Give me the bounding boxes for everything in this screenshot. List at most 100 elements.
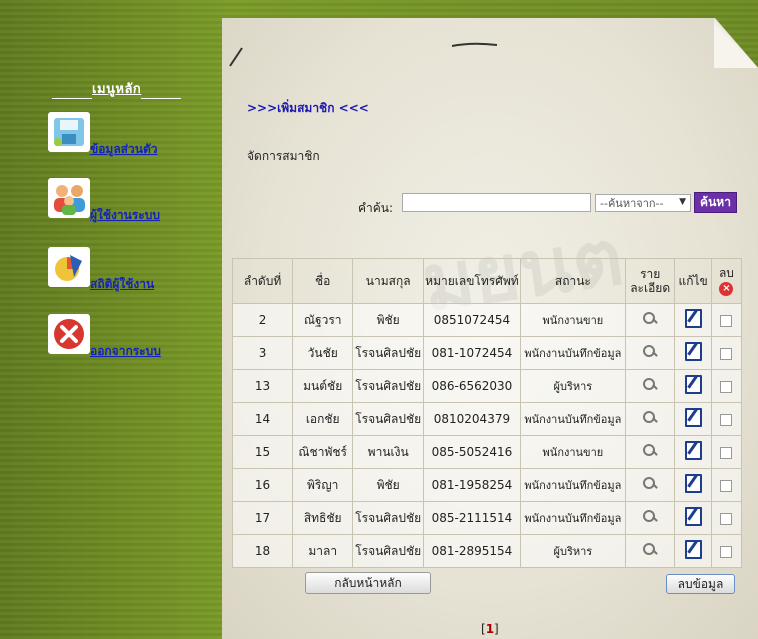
pagination: [1]	[481, 622, 499, 636]
cell-delete	[710, 303, 743, 337]
cell-edit	[674, 369, 712, 403]
cell-no: 2	[231, 303, 294, 337]
magnifier-icon[interactable]	[642, 377, 658, 393]
magnifier-icon[interactable]	[642, 509, 658, 525]
menu-title: เมนูหลัก	[52, 78, 182, 99]
cell-surname: พานเงิน	[352, 435, 425, 469]
delete-checkbox[interactable]	[720, 314, 733, 327]
sidebar-item-statistics[interactable]: สถิติผู้ใช้งาน	[48, 247, 154, 291]
cell-name: วันชัย	[292, 336, 354, 370]
edit-icon[interactable]	[684, 540, 702, 559]
cell-surname: พิชัย	[352, 303, 425, 337]
search-label: คำค้น:	[358, 201, 394, 215]
delete-button[interactable]: ลบข้อมูล	[666, 574, 735, 594]
search-input[interactable]	[402, 193, 591, 212]
cell-delete	[710, 402, 743, 436]
cell-delete	[710, 468, 743, 502]
cell-edit	[674, 303, 712, 337]
cell-status: ผู้บริหาร	[519, 369, 626, 403]
cell-delete	[710, 336, 743, 370]
edit-icon[interactable]	[684, 342, 702, 361]
magnifier-icon[interactable]	[642, 410, 658, 426]
edit-icon[interactable]	[684, 507, 702, 526]
delete-checkbox[interactable]	[720, 512, 733, 525]
delete-checkbox[interactable]	[720, 380, 733, 393]
magnifier-icon[interactable]	[642, 542, 658, 558]
table-row: 3 วันชัย โรจนศิลปชัย 081-1072454 พนักงานบันท…	[231, 336, 743, 370]
col-header-name: ชื่อ	[292, 258, 354, 304]
search-button[interactable]: ค้นหา	[694, 192, 737, 213]
cell-edit	[674, 468, 712, 502]
sidebar-item-label[interactable]: ผู้ใช้งานระบบ	[90, 206, 160, 225]
cell-no: 14	[231, 402, 294, 436]
delete-all-icon[interactable]: ×	[719, 282, 734, 296]
cell-phone: 085-2111514	[423, 501, 521, 535]
cell-surname: โรจนศิลปชัย	[352, 402, 425, 436]
cell-edit	[674, 336, 712, 370]
edit-icon[interactable]	[684, 474, 702, 493]
cell-detail	[624, 303, 676, 337]
cell-phone: 081-2895154	[423, 534, 521, 568]
sidebar-item-logout[interactable]: ออกจากระบบ	[48, 314, 161, 358]
chevron-down-icon: ▼	[679, 197, 686, 207]
edit-icon[interactable]	[684, 408, 702, 427]
cell-phone: 081-1072454	[423, 336, 521, 370]
page-subtitle: จัดการสมาชิก	[247, 149, 320, 163]
cell-delete	[710, 369, 743, 403]
cell-edit	[674, 402, 712, 436]
delete-checkbox[interactable]	[720, 446, 733, 459]
col-header-no: ลำดับที่	[231, 258, 294, 304]
cell-no: 3	[231, 336, 294, 370]
magnifier-icon[interactable]	[642, 476, 658, 492]
edit-icon[interactable]	[684, 441, 702, 460]
col-header-phone: หมายเลขโทรศัพท์	[423, 258, 521, 304]
cell-no: 15	[231, 435, 294, 469]
cell-edit	[674, 435, 712, 469]
magnifier-icon[interactable]	[642, 344, 658, 360]
edit-icon[interactable]	[684, 375, 702, 394]
cell-no: 17	[231, 501, 294, 535]
cell-phone: 081-1958254	[423, 468, 521, 502]
cell-no: 16	[231, 468, 294, 502]
table-row: 13 มนต์ชัย โรจนศิลปชัย 086-6562030 ผู้บริหาร	[231, 369, 743, 403]
table-row: 15 ณิชาพัชร์ พานเงิน 085-5052416 พนักงานขาย	[231, 435, 743, 469]
col-header-edit: แก้ไข	[674, 258, 712, 304]
cell-detail	[624, 402, 676, 436]
magnifier-icon[interactable]	[642, 311, 658, 327]
cell-no: 18	[231, 534, 294, 568]
cell-status: พนักงานขาย	[519, 435, 626, 469]
table-row: 17 สิทธิชัย โรจนศิลปชัย 085-2111514 พนักงานบ…	[231, 501, 743, 535]
sidebar-item-label[interactable]: สถิติผู้ใช้งาน	[90, 275, 154, 294]
cell-status: พนักงานบันทึกข้อมูล	[519, 402, 626, 436]
cell-detail	[624, 501, 676, 535]
cell-name: ณัฐวรา	[292, 303, 354, 337]
page-title: >>>เพิ่มสมาชิก <<<	[247, 101, 369, 115]
delete-checkbox[interactable]	[720, 545, 733, 558]
search-field-select[interactable]: --ค้นหาจาก-- ▼	[595, 194, 691, 212]
sidebar-item-label[interactable]: ข้อมูลส่วนตัว	[90, 140, 157, 159]
cell-status: ผู้บริหาร	[519, 534, 626, 568]
members-table: ลำดับที่ ชื่อ นามสกุล หมายเลขโทรศัพท์ สถ…	[231, 258, 743, 568]
sidebar-item-profile[interactable]: ข้อมูลส่วนตัว	[48, 112, 157, 156]
cell-delete	[710, 501, 743, 535]
delete-checkbox[interactable]	[720, 479, 733, 492]
cell-phone: 085-5052416	[423, 435, 521, 469]
cell-surname: โรจนศิลปชัย	[352, 336, 425, 370]
table-row: 14 เอกชัย โรจนศิลปชัย 0810204379 พนักงานบันท…	[231, 402, 743, 436]
cell-name: เอกชัย	[292, 402, 354, 436]
page-link-current[interactable]: 1	[486, 622, 494, 636]
cell-status: พนักงานบันทึกข้อมูล	[519, 501, 626, 535]
magnifier-icon[interactable]	[642, 443, 658, 459]
cell-phone: 0851072454	[423, 303, 521, 337]
cell-name: ณิชาพัชร์	[292, 435, 354, 469]
table-header-row: ลำดับที่ ชื่อ นามสกุล หมายเลขโทรศัพท์ สถ…	[231, 258, 743, 304]
cell-detail	[624, 534, 676, 568]
sidebar-item-label[interactable]: ออกจากระบบ	[90, 342, 161, 361]
delete-checkbox[interactable]	[720, 347, 733, 360]
edit-icon[interactable]	[684, 309, 702, 328]
col-header-detail: รายละเอียด	[624, 258, 676, 304]
statistics-icon	[48, 247, 90, 287]
delete-checkbox[interactable]	[720, 413, 733, 426]
sidebar-item-users[interactable]: ผู้ใช้งานระบบ	[48, 178, 160, 222]
home-button[interactable]: กลับหน้าหลัก	[305, 572, 431, 594]
